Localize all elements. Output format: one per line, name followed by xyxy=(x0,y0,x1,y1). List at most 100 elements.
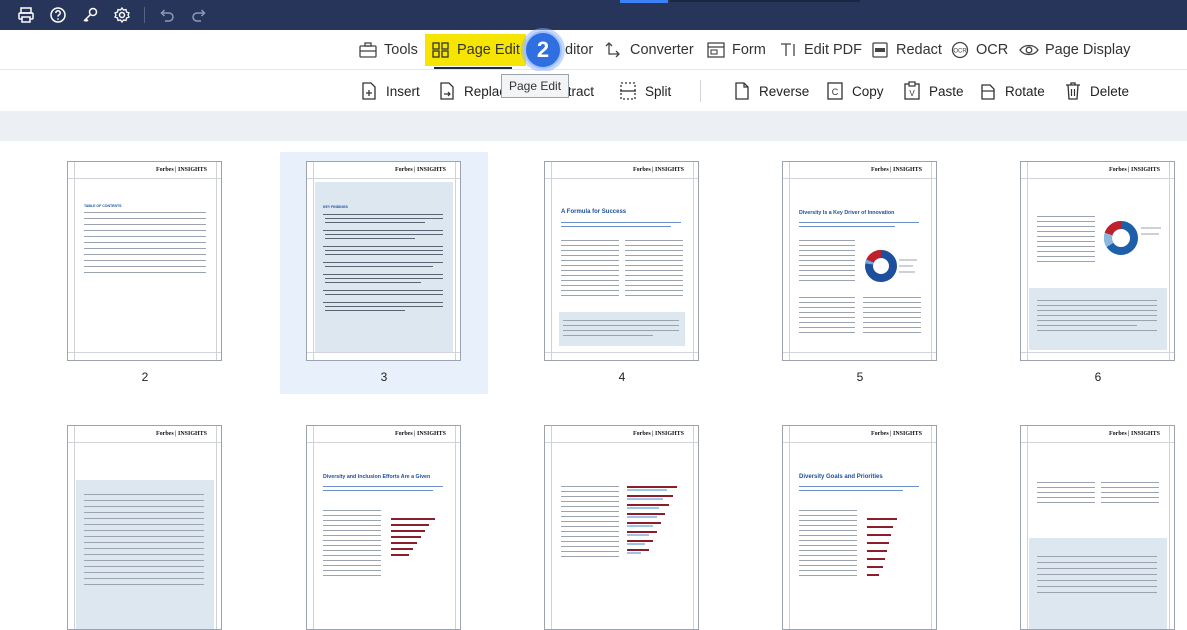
text-line xyxy=(323,555,381,556)
margin-line xyxy=(216,162,217,360)
delete-button[interactable]: Delete xyxy=(1064,79,1129,103)
text-line xyxy=(1037,226,1095,227)
bar-mark xyxy=(627,549,649,551)
reverse-button[interactable]: Reverse xyxy=(733,79,809,103)
margin-line xyxy=(455,162,456,360)
text-line xyxy=(1101,497,1159,498)
margin-line xyxy=(789,162,790,360)
bar-mark xyxy=(391,536,421,538)
text-line xyxy=(561,250,619,251)
page-footer xyxy=(1021,352,1174,360)
page-thumbnail[interactable]: Forbes | INSIGHTS Diversity and Inclusio… xyxy=(306,425,461,630)
page-thumbnail[interactable]: Forbes | INSIGHTS xyxy=(67,425,222,630)
page-thumbnail[interactable]: Forbes | INSIGHTS KEY FINDINGS xyxy=(306,161,461,361)
text-line xyxy=(325,234,443,235)
text-line xyxy=(1037,325,1137,326)
text-line xyxy=(799,332,855,333)
text-line xyxy=(561,226,671,227)
menu-redact[interactable]: Redact xyxy=(870,34,942,66)
text-line xyxy=(1101,502,1159,503)
text-line xyxy=(325,278,443,279)
settings-icon[interactable] xyxy=(106,4,138,26)
insert-button[interactable]: Insert xyxy=(360,79,420,103)
menu-converter[interactable]: Converter xyxy=(604,34,694,66)
margin-line xyxy=(313,426,314,629)
thumbnail-cell-selected[interactable]: Forbes | INSIGHTS KEY FINDINGS 3 xyxy=(280,152,488,394)
margin-line xyxy=(313,162,314,360)
text-line xyxy=(799,312,855,313)
text-line xyxy=(1037,261,1095,262)
page-title: Diversity Is a Key Driver of Innovation xyxy=(799,210,895,216)
bar-mark xyxy=(627,486,677,488)
page-thumbnail[interactable]: Forbes | INSIGHTS xyxy=(1020,161,1175,361)
bar-mark xyxy=(627,522,661,524)
menu-edit-pdf[interactable]: Edit PDF xyxy=(778,34,862,66)
text-line xyxy=(561,222,681,223)
menu-editor[interactable]: ditor xyxy=(565,34,593,66)
margin-line xyxy=(455,426,456,629)
text-line xyxy=(561,491,619,492)
text-line xyxy=(799,520,857,521)
page-thumbnail[interactable]: Forbes | INSIGHTS xyxy=(1020,425,1175,630)
key-icon[interactable] xyxy=(74,4,106,26)
menu-tools[interactable]: Tools xyxy=(358,34,418,66)
replace-icon xyxy=(440,82,454,100)
page-thumbnail[interactable]: Forbes | INSIGHTS xyxy=(544,425,699,630)
text-line xyxy=(561,290,619,291)
menu-edit-pdf-label: Edit PDF xyxy=(804,42,863,58)
page-thumbnail[interactable]: Forbes | INSIGHTS TABLE OF CONTENTS xyxy=(67,161,222,361)
thumbnail-cell[interactable]: Forbes | INSIGHTS TABLE OF CONTENTS 2 xyxy=(41,152,249,394)
text-line xyxy=(1037,236,1095,237)
print-icon[interactable] xyxy=(10,4,42,26)
text-line xyxy=(84,572,204,573)
text-line xyxy=(1037,502,1095,503)
thumbnail-cell[interactable]: Forbes | INSIGHTS Diversity Is a Key Dri… xyxy=(756,152,964,394)
page-thumbnail[interactable]: Forbes | INSIGHTS Diversity Is a Key Dri… xyxy=(782,161,937,361)
replace-button[interactable]: Replac xyxy=(438,79,506,103)
text-line xyxy=(323,570,381,571)
bar-mark xyxy=(391,554,409,556)
svg-text:OCR: OCR xyxy=(953,49,967,55)
menu-page-edit[interactable]: Page Edit xyxy=(425,34,526,66)
bar-mark xyxy=(627,507,659,509)
paste-button[interactable]: V Paste xyxy=(903,79,964,103)
toolbar-divider xyxy=(700,80,701,102)
text-line xyxy=(84,566,204,567)
menu-ocr[interactable]: OCR OCR xyxy=(950,34,1008,66)
title-bar xyxy=(0,0,1187,30)
form-icon xyxy=(707,42,725,58)
text-line xyxy=(561,486,619,487)
page-footer xyxy=(307,352,460,360)
text-line xyxy=(799,490,903,491)
help-icon[interactable] xyxy=(42,4,74,26)
text-line xyxy=(1037,246,1095,247)
margin-line xyxy=(931,162,932,360)
redact-icon xyxy=(872,42,888,58)
menu-page-display[interactable]: Page Display xyxy=(1019,34,1130,66)
page-thumbnail[interactable]: Forbes | INSIGHTS Diversity Goals and Pr… xyxy=(782,425,937,630)
page-footer xyxy=(783,352,936,360)
text-line xyxy=(799,555,857,556)
text-line xyxy=(1037,256,1095,257)
text-line xyxy=(561,556,619,557)
brand-mark: Forbes | INSIGHTS xyxy=(395,167,446,173)
text-line xyxy=(799,535,857,536)
copy-button[interactable]: C Copy xyxy=(826,79,884,103)
text-line xyxy=(799,327,855,328)
text-line xyxy=(323,520,381,521)
bar-mark xyxy=(627,531,657,533)
insert-icon xyxy=(362,82,376,100)
rotate-button[interactable]: Rotate xyxy=(979,79,1045,103)
thumbnail-header-strip xyxy=(0,111,1187,141)
redo-icon[interactable] xyxy=(183,4,215,26)
split-button[interactable]: Split xyxy=(619,79,671,103)
thumbnail-cell[interactable]: Forbes | INSIGHTS 6 xyxy=(994,152,1187,394)
grid-icon xyxy=(432,42,449,58)
callout-box xyxy=(559,312,685,346)
text-line xyxy=(84,266,206,267)
page-thumbnail[interactable]: Forbes | INSIGHTS A Formula for Success xyxy=(544,161,699,361)
thumbnail-cell[interactable]: Forbes | INSIGHTS A Formula for Success xyxy=(518,152,726,394)
menu-form[interactable]: Form xyxy=(706,34,766,66)
text-line xyxy=(323,560,381,561)
undo-icon[interactable] xyxy=(151,4,183,26)
